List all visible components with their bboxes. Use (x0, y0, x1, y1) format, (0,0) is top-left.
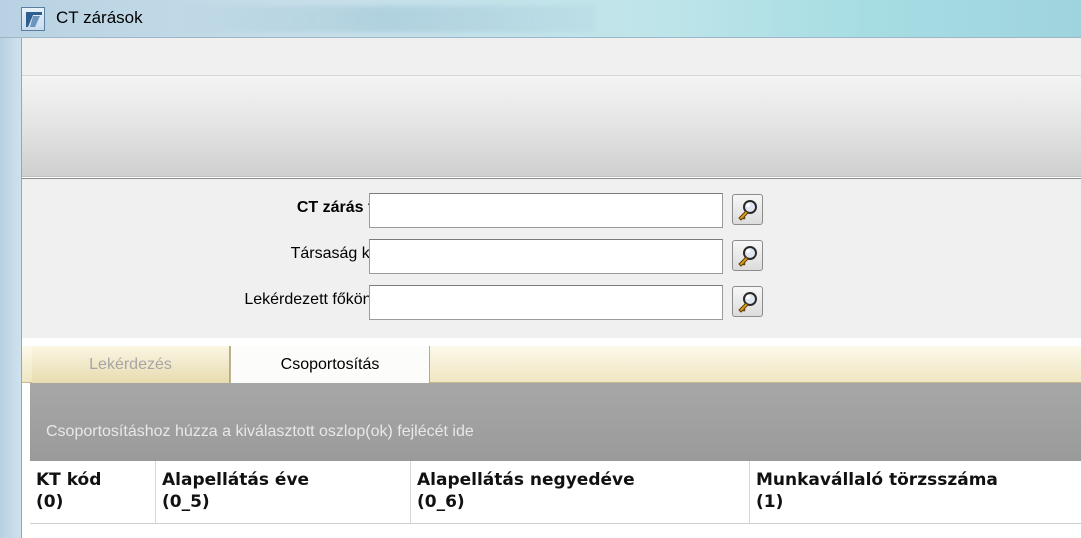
group-by-hint: Csoportosításhoz húzza a kiválasztott os… (46, 423, 474, 440)
column-header-munkavallalo-torzsszama[interactable]: Munkavállaló törzsszáma (1) (750, 461, 1081, 524)
column-title: KT kód (36, 470, 102, 490)
grid-header: KT kód (0) Alapellátás éve (0_5) Alapell… (30, 461, 1081, 524)
toolbar-top-strip (22, 38, 1081, 75)
column-code: (0) (36, 492, 64, 512)
filter-row-ct-zaras-fej: CT zárás fej: (22, 191, 1081, 228)
ct-zarasok-window: CT zárások CT zárás fej: Társaság kód: L… (0, 0, 1081, 538)
app-window-icon (21, 7, 45, 31)
title-bar[interactable]: CT zárások (0, 0, 1081, 38)
column-header-kt-kod[interactable]: KT kód (0) (30, 461, 156, 524)
filter-row-lekerdezett-fokonyv: Lekérdezett főkönyv: (22, 283, 1081, 320)
ct-zaras-fej-input[interactable] (369, 193, 723, 228)
tab-csoportositas[interactable]: Csoportosítás (230, 346, 430, 383)
lekerdezett-fokonyv-lookup-button[interactable] (732, 286, 763, 317)
column-title: Alapellátás negyedéve (417, 470, 635, 490)
filter-panel: CT zárás fej: Társaság kód: Lekérdezett … (22, 178, 1081, 338)
column-title: Munkavállaló törzsszáma (756, 470, 998, 490)
ct-zaras-fej-lookup-button[interactable] (732, 194, 763, 225)
window-title: CT zárások (56, 8, 143, 27)
column-header-alapellatas-negyedeve[interactable]: Alapellátás negyedéve (0_6) (411, 461, 750, 524)
grid-body[interactable] (30, 524, 1081, 538)
column-code: (0_5) (162, 492, 210, 512)
magnifier-key-icon (738, 200, 757, 221)
column-header-alapellatas-eve[interactable]: Alapellátás éve (0_5) (156, 461, 411, 524)
column-title: Alapellátás éve (162, 470, 310, 490)
column-code: (1) (756, 492, 784, 512)
toolbar (22, 75, 1081, 177)
tarsasag-kod-lookup-button[interactable] (732, 240, 763, 271)
magnifier-key-icon (738, 246, 757, 267)
tarsasag-kod-input[interactable] (369, 239, 723, 274)
tab-strip: Lekérdezés Csoportosítás (22, 346, 1081, 383)
filter-row-tarsasag-kod: Társaság kód: (22, 237, 1081, 274)
window-frame-left (0, 38, 22, 538)
tab-lekerdezes[interactable]: Lekérdezés (32, 346, 230, 383)
group-by-panel[interactable]: Csoportosításhoz húzza a kiválasztott os… (30, 383, 1081, 461)
column-code: (0_6) (417, 492, 465, 512)
magnifier-key-icon (738, 292, 757, 313)
lekerdezett-fokonyv-input[interactable] (369, 285, 723, 320)
